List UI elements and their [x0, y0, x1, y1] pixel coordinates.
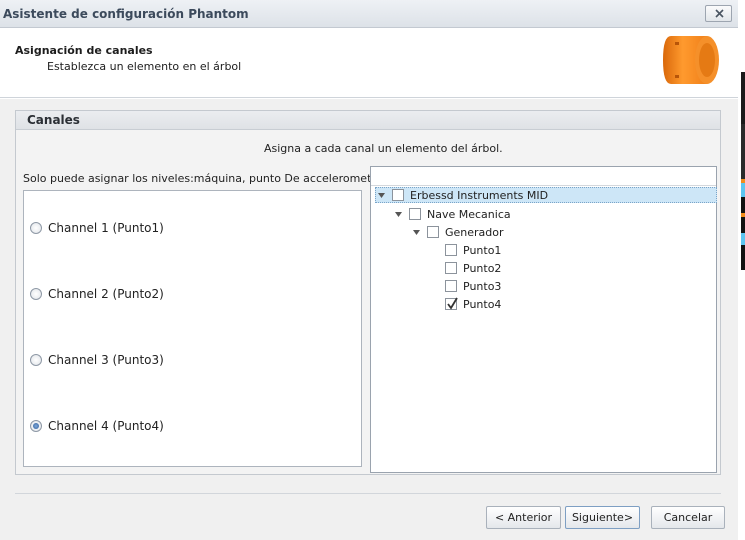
channel-option-4[interactable]: Channel 4 (Punto4)	[30, 419, 164, 433]
title-bar: Asistente de configuración Phantom	[0, 0, 738, 28]
tree-node-punto3[interactable]: Punto3	[445, 278, 501, 294]
tree-node-label: Generador	[445, 225, 504, 239]
radio-button[interactable]	[30, 354, 42, 366]
channel-label: Channel 3 (Punto3)	[48, 353, 164, 367]
expand-arrow-icon[interactable]	[411, 227, 421, 237]
radio-button-selected[interactable]	[30, 420, 42, 432]
tree-node-label: Punto2	[463, 261, 502, 275]
cancel-button[interactable]: Cancelar	[651, 506, 725, 529]
channel-label: Channel 4 (Punto4)	[48, 419, 164, 433]
tree-node-generador[interactable]: Generador	[411, 224, 504, 240]
level-note: Solo puede asignar los niveles:máquina, …	[23, 172, 383, 185]
tree-node-nave[interactable]: Nave Mecanica	[393, 206, 511, 222]
tree-node-label: Nave Mecanica	[427, 207, 511, 221]
tree-node-erbessd[interactable]: Erbessd Instruments MID	[375, 187, 717, 203]
close-button[interactable]	[705, 5, 732, 22]
instruction-text: Asigna a cada canal un elemento del árbo…	[264, 142, 503, 155]
tree-node-label: Erbessd Instruments MID	[410, 188, 549, 202]
tree-checkbox[interactable]	[409, 208, 421, 220]
back-button[interactable]: < Anterior	[486, 506, 561, 529]
wizard-header: Asignación de canales Establezca un elem…	[0, 28, 738, 98]
window-title: Asistente de configuración Phantom	[3, 7, 249, 21]
tree-checkbox[interactable]	[445, 280, 457, 292]
expand-arrow-icon[interactable]	[393, 209, 403, 219]
page-subtitle: Establezca un elemento en el árbol	[47, 60, 242, 73]
element-tree[interactable]: Erbessd Instruments MID Nave Mecanica Ge…	[370, 166, 717, 473]
tree-node-label: Punto4	[463, 297, 502, 311]
tree-header	[371, 167, 716, 186]
group-title: Canales	[27, 113, 80, 127]
radio-button[interactable]	[30, 222, 42, 234]
tree-checkbox-checked[interactable]	[445, 297, 458, 310]
expand-arrow-icon[interactable]	[376, 190, 386, 200]
tree-checkbox[interactable]	[445, 244, 457, 256]
channel-label: Channel 2 (Punto2)	[48, 287, 164, 301]
sensor-logo-icon	[663, 36, 719, 84]
channel-option-1[interactable]: Channel 1 (Punto1)	[30, 221, 164, 235]
footer-divider	[15, 493, 721, 494]
background-window-edge	[738, 0, 745, 540]
channel-option-3[interactable]: Channel 3 (Punto3)	[30, 353, 164, 367]
tree-node-punto1[interactable]: Punto1	[445, 242, 501, 258]
tree-node-label: Punto3	[463, 279, 502, 293]
channel-list: Channel 1 (Punto1) Channel 2 (Punto2) Ch…	[23, 190, 362, 467]
close-icon	[715, 9, 724, 18]
tree-node-label: Punto1	[463, 243, 502, 257]
tree-checkbox[interactable]	[427, 226, 439, 238]
tree-checkbox[interactable]	[392, 189, 404, 201]
channel-label: Channel 1 (Punto1)	[48, 221, 164, 235]
channel-option-2[interactable]: Channel 2 (Punto2)	[30, 287, 164, 301]
checkmark-icon	[447, 297, 458, 310]
group-header: Canales	[16, 111, 720, 130]
page-title: Asignación de canales	[15, 44, 153, 57]
next-button[interactable]: Siguiente>	[565, 506, 640, 529]
radio-button[interactable]	[30, 288, 42, 300]
tree-node-punto2[interactable]: Punto2	[445, 260, 501, 276]
tree-checkbox[interactable]	[445, 262, 457, 274]
tree-node-punto4[interactable]: Punto4	[445, 296, 501, 312]
